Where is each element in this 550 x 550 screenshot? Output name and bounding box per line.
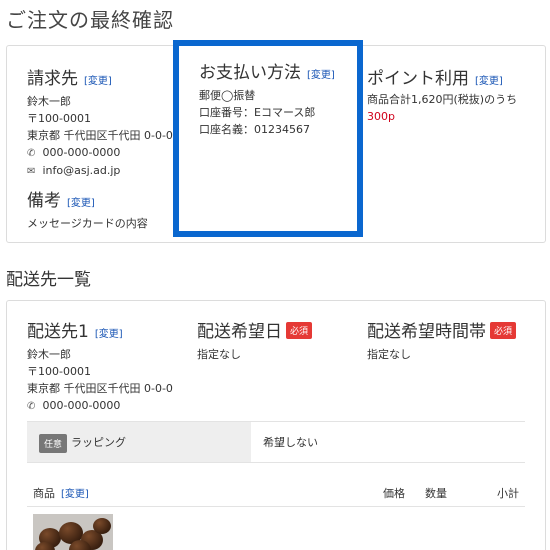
billing-section: 請求先 [変更] 鈴木一郎 〒100-0001 東京都 千代田区千代田 0-0-0… — [27, 64, 177, 180]
product-thumbnail[interactable] — [33, 514, 113, 550]
page-title: ご注文の最終確認 — [6, 8, 174, 32]
destination-name: 鈴木一郎 — [27, 348, 71, 361]
payment-method: 郵便◯振替 — [199, 89, 256, 102]
points-value: 300p — [367, 110, 395, 123]
destination-heading: 配送先1 — [27, 322, 89, 342]
billing-name: 鈴木一郎 — [27, 95, 71, 108]
destination-change-link[interactable]: [変更] — [95, 329, 123, 340]
order-summary-card: 請求先 [変更] 鈴木一郎 〒100-0001 東京都 千代田区千代田 0-0-0… — [6, 40, 546, 243]
products-change-link[interactable]: [変更] — [61, 489, 89, 500]
products-table-header: 商品 [変更] 価格 数量 小計 — [27, 477, 525, 507]
delivery-date-heading: 配送希望日 — [197, 322, 282, 342]
payment-account-number: 口座番号：Eコマース郎 — [199, 106, 316, 119]
payment-heading: お支払い方法 — [199, 63, 301, 83]
delivery-time-heading: 配送希望時間帯 — [367, 322, 486, 342]
destination-address: 東京都 千代田区千代田 0-0-0 — [27, 382, 173, 395]
billing-heading: 請求先 — [27, 69, 78, 89]
mail-icon: ✉ — [27, 166, 36, 177]
destination-section: 配送先1 [変更] 鈴木一郎 〒100-0001 東京都 千代田区千代田 0-0-… — [27, 317, 187, 415]
remarks-section: 備考 [変更] メッセージカードの内容 — [27, 186, 177, 232]
destination-phone: 000-000-0000 — [42, 399, 121, 412]
optional-badge: 任意 — [39, 434, 68, 453]
delivery-date-value: 指定なし — [197, 348, 241, 361]
wrapping-label-cell: 任意 ラッピング — [27, 422, 251, 462]
payment-change-link[interactable]: [変更] — [307, 70, 335, 81]
delivery-date-section: 配送希望日 必須 指定なし — [197, 317, 357, 363]
payment-account-name: 口座名義：01234567 — [199, 123, 310, 136]
phone-icon: ✆ — [27, 401, 36, 412]
points-text: 商品合計1,620円(税抜)のうち — [367, 93, 518, 106]
points-section: ポイント利用 [変更] 商品合計1,620円(税抜)のうち 300p — [367, 64, 532, 125]
remarks-change-link[interactable]: [変更] — [67, 198, 95, 209]
delivery-time-value: 指定なし — [367, 348, 411, 361]
billing-phone: 000-000-0000 — [42, 146, 121, 159]
col-price: 価格 — [383, 487, 405, 500]
col-item: 商品 — [33, 487, 55, 500]
required-badge: 必須 — [490, 322, 517, 339]
points-change-link[interactable]: [変更] — [475, 76, 503, 87]
billing-postal: 〒100-0001 — [27, 112, 91, 125]
points-heading: ポイント利用 — [367, 69, 469, 89]
wrapping-value: 希望しない — [263, 436, 318, 449]
wrapping-row: 任意 ラッピング 希望しない — [27, 421, 525, 463]
remarks-text: メッセージカードの内容 — [27, 217, 148, 230]
destination-postal: 〒100-0001 — [27, 365, 91, 378]
remarks-heading: 備考 — [27, 191, 61, 211]
col-qty: 数量 — [425, 487, 447, 500]
shipping-list-title: 配送先一覧 — [6, 270, 91, 290]
col-subtotal: 小計 — [497, 487, 519, 500]
billing-email: info@asj.ad.jp — [42, 164, 121, 177]
shipping-card: 配送先1 [変更] 鈴木一郎 〒100-0001 東京都 千代田区千代田 0-0-… — [6, 300, 546, 550]
billing-change-link[interactable]: [変更] — [84, 76, 112, 87]
phone-icon: ✆ — [27, 148, 36, 159]
delivery-time-section: 配送希望時間帯 必須 指定なし — [367, 317, 542, 363]
wrapping-label: ラッピング — [71, 436, 126, 449]
payment-section: お支払い方法 [変更] 郵便◯振替 口座番号：Eコマース郎 口座名義：012345… — [173, 40, 363, 237]
billing-address: 東京都 千代田区千代田 0-0-0 — [27, 129, 173, 142]
required-badge: 必須 — [286, 322, 313, 339]
